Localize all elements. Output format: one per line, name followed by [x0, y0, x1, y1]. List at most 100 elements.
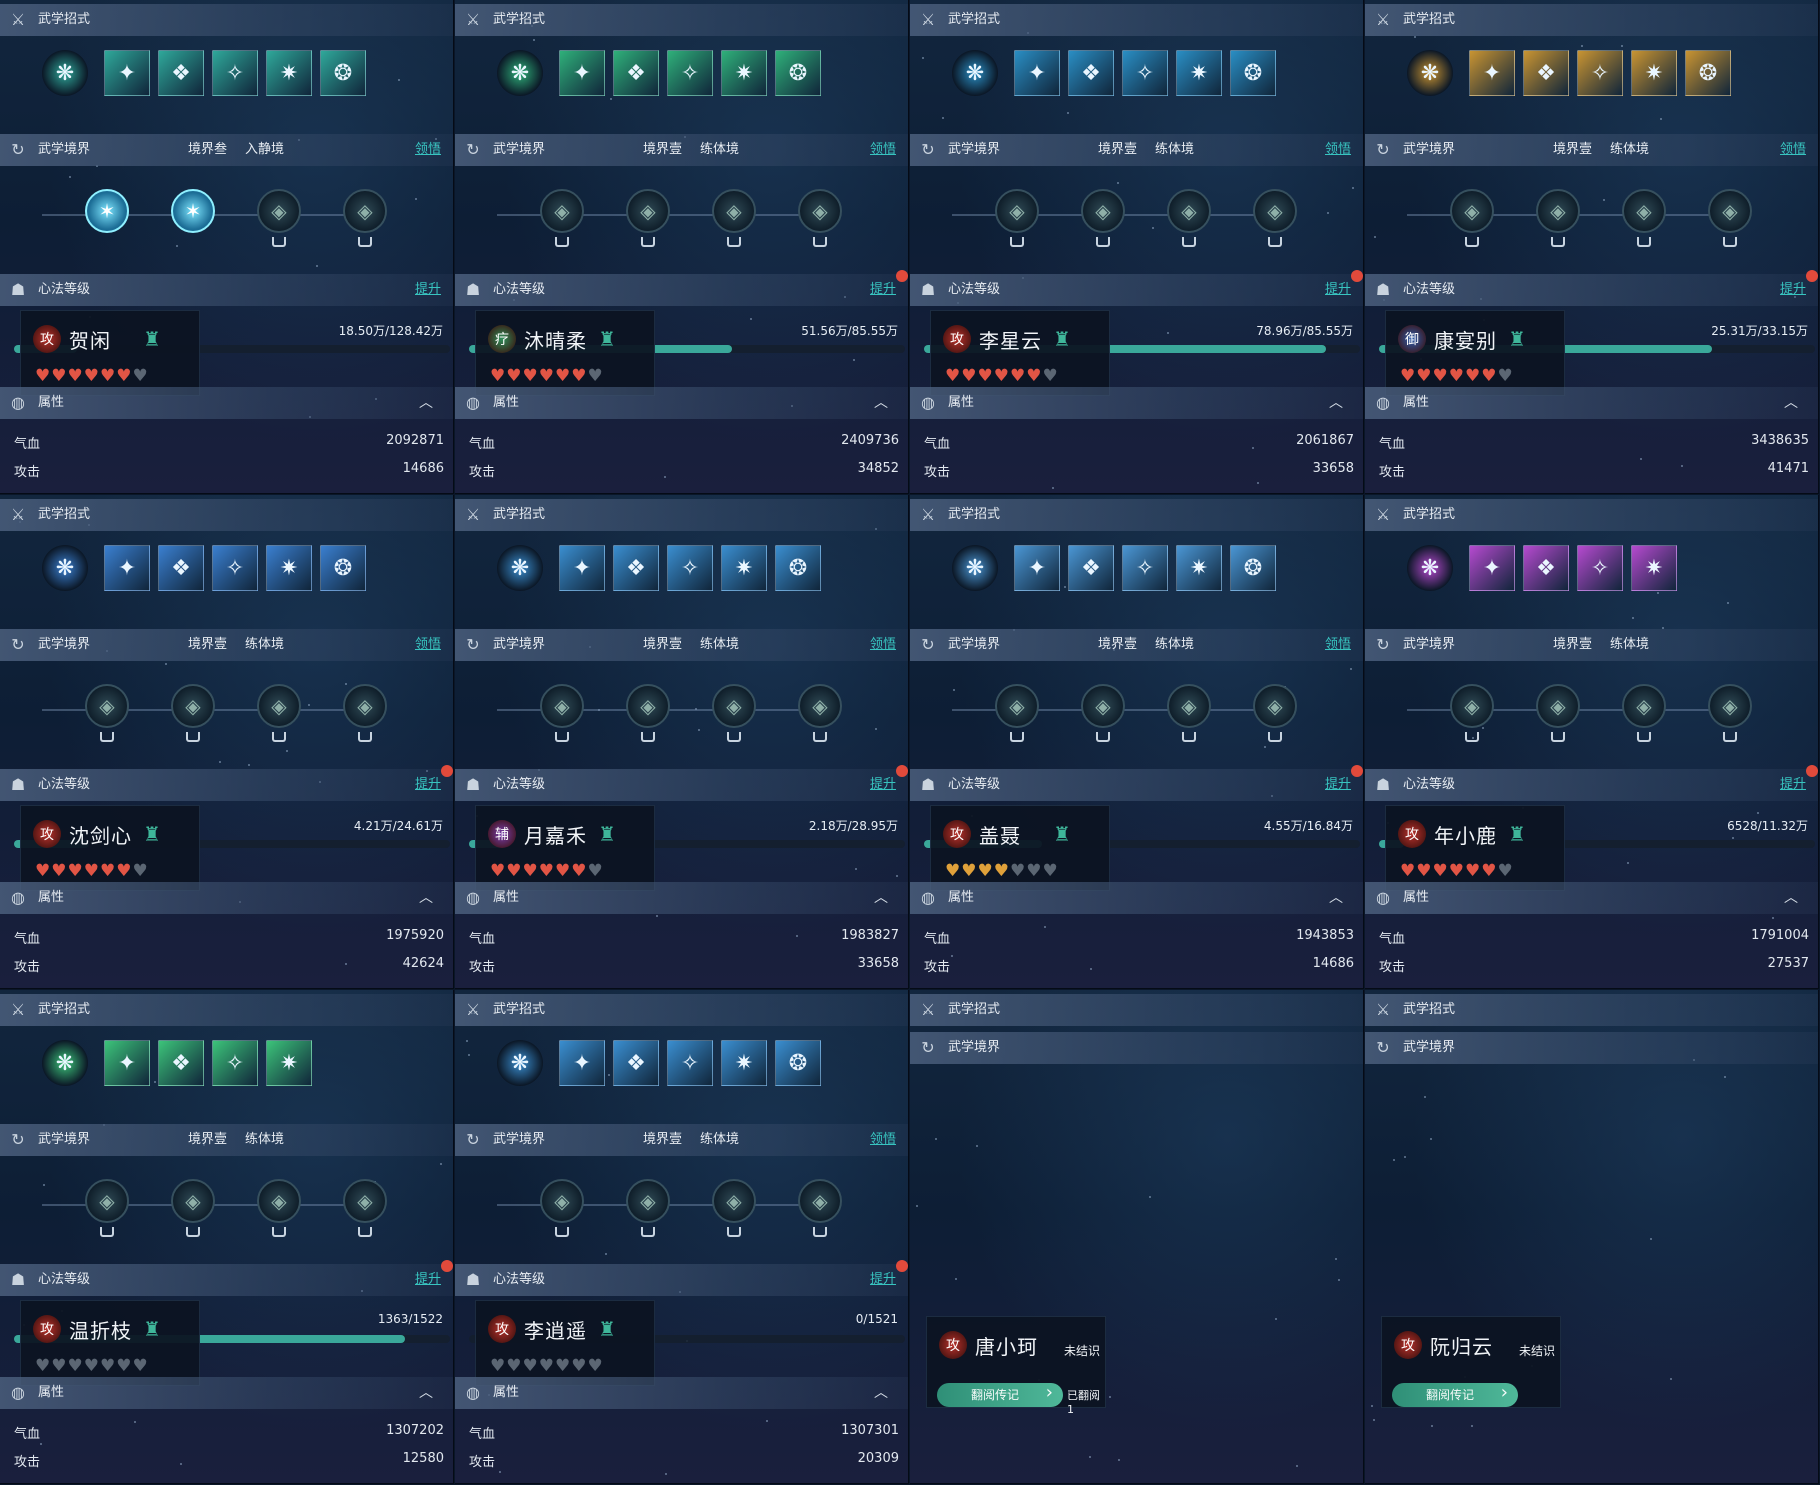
character-nameplate[interactable]: 攻唐小珂 未结识翻阅传记已翻阅1 [926, 1316, 1106, 1416]
skill-icon[interactable]: ❖ [1068, 50, 1114, 96]
skill-icon[interactable]: ✧ [667, 50, 713, 96]
collapse-chevron-icon[interactable]: ︿ [1329, 387, 1343, 419]
character-nameplate[interactable]: 疗沐晴柔 ♜ ♥♥♥♥♥♥♥ [475, 310, 655, 396]
skill-icon[interactable]: ✦ [559, 1040, 605, 1086]
skill-icon[interactable]: ✧ [1122, 50, 1168, 96]
realm-node[interactable]: ◈ [1708, 189, 1752, 233]
skill-icon[interactable]: ✧ [212, 50, 258, 96]
skill-icon[interactable]: ✧ [1577, 545, 1623, 591]
skill-icon[interactable]: ✧ [1577, 50, 1623, 96]
skill-icon[interactable]: ✦ [104, 1040, 150, 1086]
realm-node[interactable]: ◈ [1167, 189, 1211, 233]
collapse-chevron-icon[interactable]: ︿ [419, 387, 433, 419]
read-biography-button[interactable]: 翻阅传记 [937, 1381, 1063, 1407]
skill-icon[interactable]: ❖ [613, 50, 659, 96]
character-nameplate[interactable]: 攻阮归云 未结识 翻阅传记 [1381, 1316, 1561, 1408]
realm-node[interactable]: ◈ [995, 189, 1039, 233]
skill-icon[interactable]: ❂ [320, 545, 366, 591]
realm-node[interactable]: ◈ [343, 1179, 387, 1223]
realm-node[interactable]: ◈ [257, 189, 301, 233]
comprehend-link[interactable]: 领悟 [870, 629, 896, 661]
main-skill-icon[interactable]: ❋ [42, 50, 88, 96]
main-skill-icon[interactable]: ❋ [1407, 50, 1453, 96]
upgrade-link[interactable]: 提升 [415, 1264, 441, 1296]
character-nameplate[interactable]: 攻贺闲 ♜ ♥♥♥♥♥♥♥ [20, 310, 200, 396]
skill-icon[interactable]: ✦ [1014, 50, 1060, 96]
realm-node[interactable]: ◈ [343, 684, 387, 728]
realm-node[interactable]: ◈ [257, 684, 301, 728]
realm-node[interactable]: ◈ [712, 684, 756, 728]
skill-icon[interactable]: ✷ [266, 545, 312, 591]
skill-icon[interactable]: ✷ [1631, 50, 1677, 96]
comprehend-link[interactable]: 领悟 [870, 1124, 896, 1156]
realm-node[interactable]: ◈ [85, 1179, 129, 1223]
comprehend-link[interactable]: 领悟 [415, 629, 441, 661]
skill-icon[interactable]: ❖ [158, 545, 204, 591]
main-skill-icon[interactable]: ❋ [497, 1040, 543, 1086]
realm-node[interactable]: ◈ [712, 1179, 756, 1223]
character-nameplate[interactable]: 攻年小鹿 ♜ ♥♥♥♥♥♥♥ [1385, 805, 1565, 891]
skill-icon[interactable]: ✦ [559, 545, 605, 591]
realm-node[interactable]: ✶ [171, 189, 215, 233]
skill-icon[interactable]: ✧ [212, 545, 258, 591]
realm-node[interactable]: ◈ [1081, 684, 1125, 728]
realm-node[interactable]: ✶ [85, 189, 129, 233]
skill-icon[interactable]: ✧ [1122, 545, 1168, 591]
collapse-chevron-icon[interactable]: ︿ [874, 1377, 888, 1409]
skill-icon[interactable]: ✷ [1631, 545, 1677, 591]
realm-node[interactable]: ◈ [1081, 189, 1125, 233]
main-skill-icon[interactable]: ❋ [952, 50, 998, 96]
main-skill-icon[interactable]: ❋ [952, 545, 998, 591]
comprehend-link[interactable]: 领悟 [415, 134, 441, 166]
character-nameplate[interactable]: 攻李星云 ♜ ♥♥♥♥♥♥♥ [930, 310, 1110, 396]
main-skill-icon[interactable]: ❋ [42, 1040, 88, 1086]
realm-node[interactable]: ◈ [1450, 684, 1494, 728]
skill-icon[interactable]: ✷ [721, 545, 767, 591]
skill-icon[interactable]: ❂ [1685, 50, 1731, 96]
skill-icon[interactable]: ❂ [775, 1040, 821, 1086]
main-skill-icon[interactable]: ❋ [1407, 545, 1453, 591]
comprehend-link[interactable]: 领悟 [1325, 134, 1351, 166]
skill-icon[interactable]: ✦ [104, 50, 150, 96]
upgrade-link[interactable]: 提升 [415, 274, 441, 306]
collapse-chevron-icon[interactable]: ︿ [419, 1377, 433, 1409]
realm-node[interactable]: ◈ [1622, 684, 1666, 728]
collapse-chevron-icon[interactable]: ︿ [874, 387, 888, 419]
main-skill-icon[interactable]: ❋ [42, 545, 88, 591]
realm-node[interactable]: ◈ [1450, 189, 1494, 233]
realm-node[interactable]: ◈ [171, 684, 215, 728]
realm-node[interactable]: ◈ [540, 1179, 584, 1223]
skill-icon[interactable]: ❂ [775, 545, 821, 591]
skill-icon[interactable]: ✧ [667, 545, 713, 591]
skill-icon[interactable]: ❖ [158, 50, 204, 96]
realm-node[interactable]: ◈ [1253, 684, 1297, 728]
realm-node[interactable]: ◈ [540, 189, 584, 233]
realm-node[interactable]: ◈ [1708, 684, 1752, 728]
skill-icon[interactable]: ✧ [667, 1040, 713, 1086]
skill-icon[interactable]: ✷ [1176, 545, 1222, 591]
collapse-chevron-icon[interactable]: ︿ [1784, 387, 1798, 419]
realm-node[interactable]: ◈ [1167, 684, 1211, 728]
character-nameplate[interactable]: 御康宴别 ♜ ♥♥♥♥♥♥♥ [1385, 310, 1565, 396]
realm-node[interactable]: ◈ [995, 684, 1039, 728]
realm-node[interactable]: ◈ [1536, 189, 1580, 233]
skill-icon[interactable]: ❖ [613, 1040, 659, 1086]
skill-icon[interactable]: ❂ [1230, 50, 1276, 96]
realm-node[interactable]: ◈ [343, 189, 387, 233]
collapse-chevron-icon[interactable]: ︿ [874, 882, 888, 914]
skill-icon[interactable]: ❖ [1068, 545, 1114, 591]
skill-icon[interactable]: ✷ [721, 50, 767, 96]
skill-icon[interactable]: ❖ [1523, 50, 1569, 96]
realm-node[interactable]: ◈ [171, 1179, 215, 1223]
upgrade-link[interactable]: 提升 [870, 1264, 896, 1296]
realm-node[interactable]: ◈ [798, 189, 842, 233]
skill-icon[interactable]: ✦ [1469, 545, 1515, 591]
upgrade-link[interactable]: 提升 [1780, 769, 1806, 801]
skill-icon[interactable]: ❂ [1230, 545, 1276, 591]
skill-icon[interactable]: ✷ [266, 50, 312, 96]
read-biography-button[interactable]: 翻阅传记 [1392, 1381, 1518, 1407]
realm-node[interactable]: ◈ [626, 1179, 670, 1223]
upgrade-link[interactable]: 提升 [1325, 274, 1351, 306]
main-skill-icon[interactable]: ❋ [497, 545, 543, 591]
skill-icon[interactable]: ❂ [775, 50, 821, 96]
